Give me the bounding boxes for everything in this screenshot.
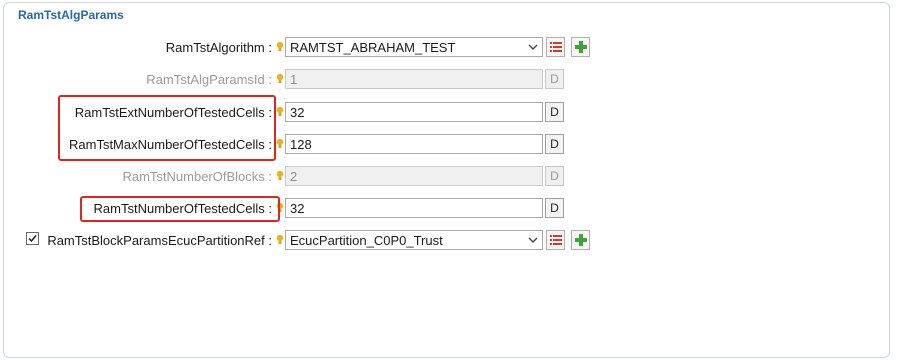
list-icon <box>550 42 562 52</box>
field-value: 2 <box>290 169 298 184</box>
add-reference-button[interactable] <box>571 37 590 57</box>
default-button: D <box>545 69 564 89</box>
section-title: RamTstAlgParams <box>18 8 124 22</box>
chevron-down-icon[interactable] <box>528 235 538 245</box>
field-label: RamTstAlgorithm : <box>165 40 272 55</box>
default-button: D <box>545 166 564 186</box>
number-of-blocks-field: 2 <box>285 166 543 186</box>
field-value: 128 <box>290 137 312 152</box>
default-button[interactable]: D <box>545 134 564 154</box>
row-ramtst-algparams-id: RamTstAlgParamsId : 1 D <box>0 69 919 91</box>
combo-value: RAMTST_ABRAHAM_TEST <box>290 40 456 55</box>
algorithm-combo[interactable]: RAMTST_ABRAHAM_TEST <box>285 37 543 57</box>
row-ramtst-algorithm: RamTstAlgorithm : RAMTST_ABRAHAM_TEST <box>0 37 919 59</box>
lightbulb-icon <box>276 138 284 148</box>
add-reference-button[interactable] <box>571 230 590 250</box>
default-button[interactable]: D <box>545 198 564 218</box>
lightbulb-icon <box>276 41 284 51</box>
row-ecuc-partition-ref: RamTstBlockParamsEcucPartitionRef : Ecuc… <box>0 230 919 252</box>
select-reference-button[interactable] <box>546 37 565 57</box>
highlight-box-ext-max-cells <box>58 95 276 161</box>
lightbulb-icon <box>276 234 284 244</box>
field-label: RamTstNumberOfBlocks : <box>122 169 272 184</box>
add-icon <box>575 234 587 246</box>
partition-ref-combo[interactable]: EcucPartition_C0P0_Trust <box>285 230 543 250</box>
field-value: 32 <box>290 201 305 216</box>
lightbulb-icon <box>276 170 284 180</box>
lightbulb-icon <box>276 73 284 83</box>
chevron-down-icon[interactable] <box>528 42 538 52</box>
default-button[interactable]: D <box>545 102 564 122</box>
number-of-tested-cells-input[interactable]: 32 <box>285 198 543 218</box>
row-number-of-blocks: RamTstNumberOfBlocks : 2 D <box>0 166 919 188</box>
combo-value: EcucPartition_C0P0_Trust <box>290 233 443 248</box>
field-label: RamTstAlgParamsId : <box>146 72 272 87</box>
field-value: 32 <box>290 105 305 120</box>
lightbulb-icon <box>276 106 284 116</box>
checkmark-icon <box>28 235 37 243</box>
partition-ref-checkbox[interactable] <box>26 232 39 245</box>
add-icon <box>575 41 587 53</box>
select-reference-button[interactable] <box>546 230 565 250</box>
algparams-id-field: 1 <box>285 69 543 89</box>
ext-number-of-tested-cells-input[interactable]: 32 <box>285 102 543 122</box>
list-icon <box>550 235 562 245</box>
field-label: RamTstBlockParamsEcucPartitionRef : <box>47 233 272 248</box>
field-value: 1 <box>290 72 298 87</box>
max-number-of-tested-cells-input[interactable]: 128 <box>285 134 543 154</box>
highlight-box-tested-cells <box>80 196 280 222</box>
